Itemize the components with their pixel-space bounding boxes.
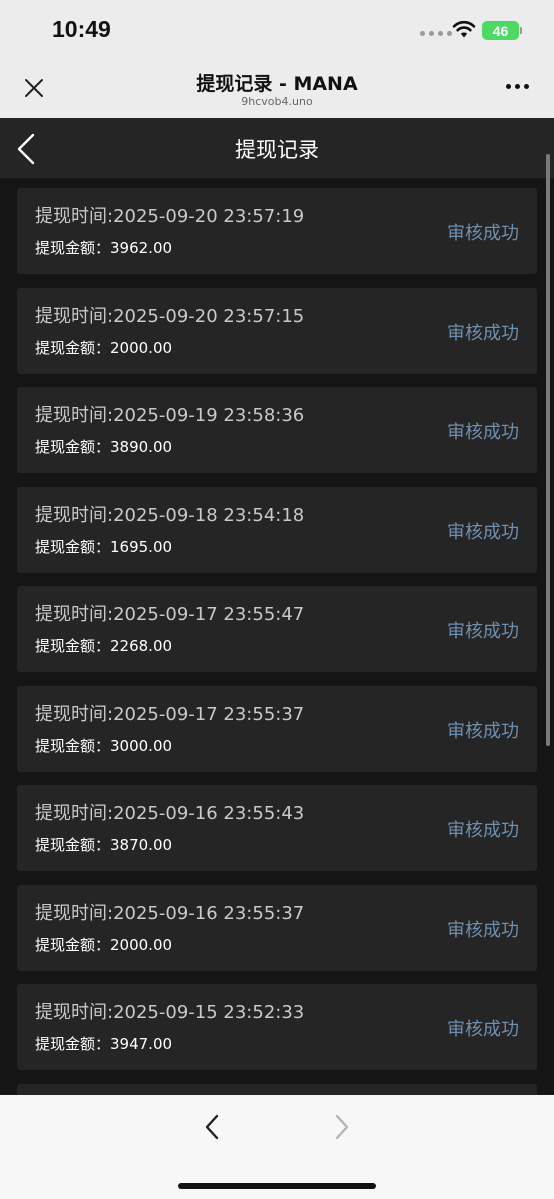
record-list-area[interactable]: 提现时间:2025-09-20 23:57:19 提现金额：3962.00 审核… <box>0 178 554 1095</box>
record-amount: 提现金额：2000.00 <box>35 338 173 357</box>
record-time: 提现时间:2025-09-16 23:55:43 <box>35 803 305 824</box>
record-card[interactable]: 提现时间:2025-09-20 23:57:15 提现金额：2000.00 审核… <box>17 287 537 374</box>
record-amount: 提现金额：3890.00 <box>35 438 173 456</box>
record-card[interactable]: 提现时间:2025-09-17 23:55:47 提现金额：2268.00 审核… <box>17 586 537 672</box>
signal-dots-icon <box>420 31 452 36</box>
battery-icon: 46 <box>482 21 519 40</box>
browser-header: 提现记录 - MANA 9hcvob4.uno <box>0 58 554 118</box>
record-card-partial[interactable] <box>17 1083 537 1095</box>
withdrawal-record-list: 提现时间:2025-09-20 23:57:19 提现金额：3962.00 审核… <box>17 188 537 1095</box>
status-time: 10:49 <box>52 16 111 42</box>
record-card[interactable]: 提现时间:2025-09-20 23:57:19 提现金额：3962.00 审核… <box>17 188 537 274</box>
record-amount: 提现金额：2000.00 <box>35 935 173 954</box>
record-time: 提现时间:2025-09-15 23:52:33 <box>35 1002 305 1023</box>
record-card[interactable]: 提现时间:2025-09-17 23:55:37 提现金额：3000.00 审核… <box>17 685 537 772</box>
record-card[interactable]: 提现时间:2025-09-18 23:54:18 提现金额：1695.00 审核… <box>17 486 537 573</box>
record-time: 提现时间:2025-09-20 23:57:15 <box>35 305 305 327</box>
record-amount: 提现金额：3947.00 <box>35 1035 173 1053</box>
record-status: 审核成功 <box>447 919 519 941</box>
record-card[interactable]: 提现时间:2025-09-16 23:55:37 提现金额：2000.00 审核… <box>17 884 537 971</box>
record-time: 提现时间:2025-09-17 23:55:47 <box>35 604 305 625</box>
record-time: 提现时间:2025-09-16 23:55:37 <box>35 902 305 924</box>
record-amount: 提现金额：1695.00 <box>35 537 173 556</box>
page-title: 提现记录 <box>235 138 319 162</box>
record-amount: 提现金额：3870.00 <box>35 836 173 854</box>
record-amount: 提现金额：3000.00 <box>35 736 173 755</box>
record-card[interactable]: 提现时间:2025-09-15 23:52:33 提现金额：3947.00 审核… <box>17 984 537 1070</box>
browser-page-title: 提现记录 - MANA <box>196 73 358 95</box>
browser-url: 9hcvob4.uno <box>241 95 313 108</box>
record-card[interactable]: 提现时间:2025-09-16 23:55:43 提现金额：3870.00 审核… <box>17 785 537 871</box>
record-time: 提现时间:2025-09-18 23:54:18 <box>35 504 305 526</box>
status-bar: 10:49 46 <box>0 0 554 58</box>
record-time: 提现时间:2025-09-19 23:58:36 <box>35 405 305 426</box>
record-status: 审核成功 <box>447 720 519 742</box>
record-status: 审核成功 <box>447 1019 519 1040</box>
record-amount: 提现金额：2268.00 <box>35 637 173 655</box>
record-status: 审核成功 <box>447 621 519 642</box>
record-status: 审核成功 <box>447 322 519 344</box>
record-status: 审核成功 <box>447 422 519 443</box>
battery-cap <box>520 27 522 34</box>
record-status: 审核成功 <box>447 223 519 244</box>
nav-bar: 提现记录 <box>0 118 554 178</box>
browser-forward-button[interactable] <box>332 1113 352 1141</box>
home-indicator <box>178 1183 376 1189</box>
scrollbar[interactable] <box>546 154 550 746</box>
bottom-toolbar <box>0 1095 554 1199</box>
record-time: 提现时间:2025-09-17 23:55:37 <box>35 703 305 725</box>
browser-back-button[interactable] <box>202 1113 222 1141</box>
record-amount: 提现金额：3962.00 <box>35 239 173 257</box>
record-status: 审核成功 <box>447 820 519 841</box>
record-time: 提现时间:2025-09-20 23:57:19 <box>35 206 305 227</box>
more-icon[interactable] <box>506 84 529 89</box>
record-status: 审核成功 <box>447 521 519 543</box>
wifi-icon <box>452 20 476 38</box>
record-card[interactable]: 提现时间:2025-09-19 23:58:36 提现金额：3890.00 审核… <box>17 387 537 473</box>
